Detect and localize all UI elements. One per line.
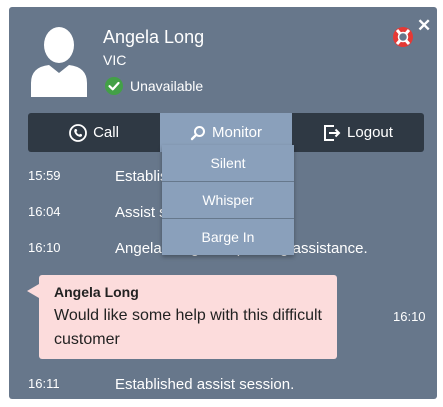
call-button[interactable]: Call	[28, 113, 160, 152]
lifebuoy-help-icon[interactable]	[392, 26, 414, 48]
monitor-dropdown: Silent Whisper Barge In	[162, 145, 294, 255]
monitor-label: Monitor	[211, 124, 263, 141]
menu-item-barge-in[interactable]: Barge In	[162, 219, 294, 255]
call-label: Call	[93, 124, 119, 141]
menu-item-whisper[interactable]: Whisper	[162, 182, 294, 219]
bubble-time: 16:10	[393, 309, 426, 324]
logout-label: Logout	[347, 124, 393, 141]
chat-bubble: Angela Long Would like some help with th…	[27, 275, 337, 359]
message-time: 16:10	[28, 240, 61, 255]
check-circle-icon	[105, 77, 123, 95]
agent-panel: Angela Long VIC Unavailable ✕ Call Monit…	[9, 7, 437, 399]
status-label: Unavailable	[130, 78, 204, 94]
phone-icon	[69, 123, 87, 142]
agent-location: VIC	[103, 52, 127, 68]
avatar	[31, 27, 87, 97]
bubble-text: Would like some help with this difficult…	[54, 307, 322, 348]
logout-icon	[324, 124, 341, 141]
close-icon[interactable]: ✕	[417, 17, 431, 34]
message-time: 16:11	[28, 376, 60, 391]
menu-item-silent[interactable]: Silent	[162, 145, 294, 182]
message-time: 15:59	[28, 168, 61, 183]
logout-button[interactable]: Logout	[292, 113, 424, 152]
agent-name: Angela Long	[103, 27, 205, 47]
status-indicator[interactable]: Unavailable	[105, 77, 203, 95]
search-icon	[190, 125, 205, 140]
message-text: Established assist session.	[115, 376, 295, 393]
message-time: 16:04	[28, 204, 61, 219]
bubble-author: Angela Long	[54, 284, 139, 300]
